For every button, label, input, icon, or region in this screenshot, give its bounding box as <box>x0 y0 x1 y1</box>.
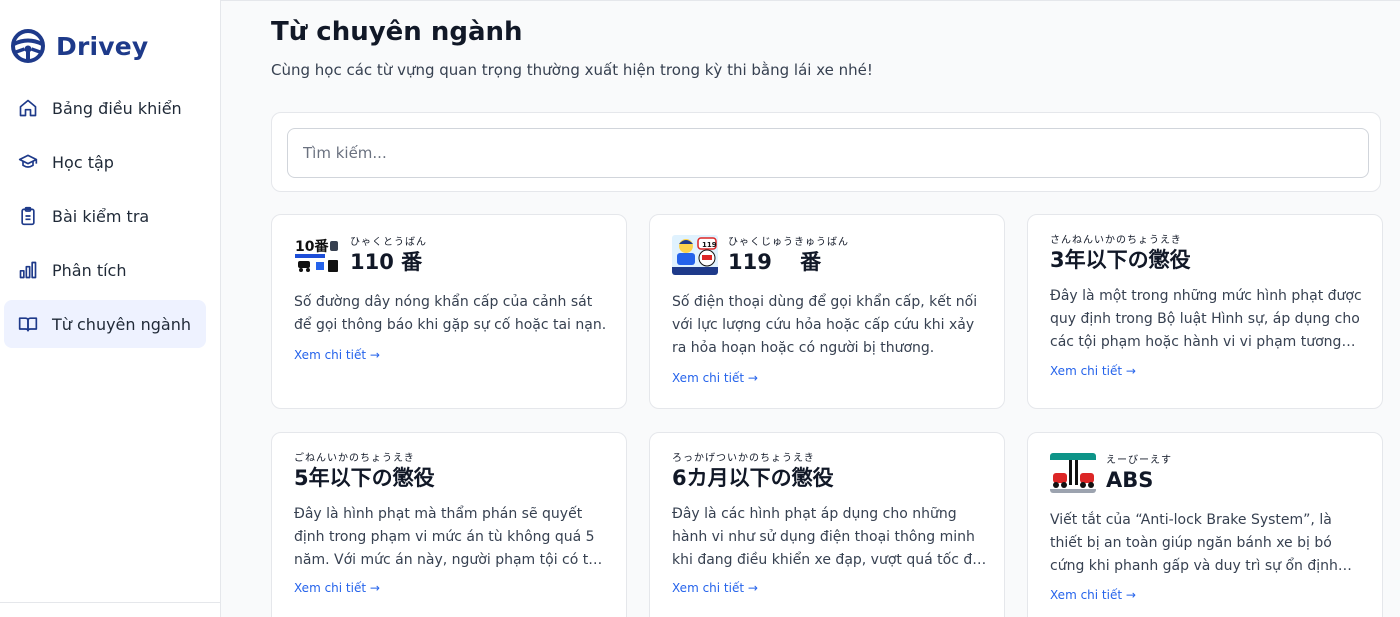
term-reading: さんねんいかのちょうえき <box>1050 235 1182 246</box>
book-open-icon <box>18 317 38 332</box>
card-header: 119 ひゃくじゅうきゅうばん 119 番 <box>672 235 849 275</box>
brand-name: Drivey <box>56 31 149 61</box>
card-header: ごねんいかのちょうえき 5年以下の懲役 <box>294 453 435 491</box>
graduation-cap-icon <box>18 154 38 168</box>
view-detail-link[interactable]: Xem chi tiết → <box>1050 588 1136 602</box>
term-description: Đây là một trong những mức hình phạt đượ… <box>1050 288 1362 350</box>
sidebar-nav: Bảng điều khiển Học tập Bài kiểm tra Phâ… <box>4 84 206 354</box>
police-110-icon: 10番 <box>294 235 340 275</box>
card-header: 10番 ひゃくとうばん 110 番 <box>294 235 427 275</box>
view-detail-link[interactable]: Xem chi tiết → <box>672 581 758 595</box>
sidebar-item-tests[interactable]: Bài kiểm tra <box>4 192 206 240</box>
view-detail-link[interactable]: Xem chi tiết → <box>294 348 380 362</box>
term-reading: えーびーえす <box>1106 455 1172 466</box>
term-description: Viết tắt của “Anti-lock Brake System”, l… <box>1050 512 1338 574</box>
bar-chart-icon <box>19 261 37 279</box>
term-description: Số điện thoại dùng để gọi khẩn cấp, kết … <box>672 294 978 356</box>
term-word: 6カ月以下の懲役 <box>672 466 834 490</box>
home-icon <box>19 99 37 117</box>
term-reading: ごねんいかのちょうえき <box>294 453 415 464</box>
sidebar-item-label: Phân tích <box>52 260 127 280</box>
term-card[interactable]: ろっかげついかのちょうえき 6カ月以下の懲役 Đây là các hình p… <box>649 432 1005 617</box>
card-header: ろっかげついかのちょうえき 6カ月以下の懲役 <box>672 453 834 491</box>
sidebar: Drivey Bảng điều khiển Học tập Bài kiểm … <box>0 0 221 617</box>
search-card <box>271 112 1381 192</box>
sidebar-item-terminology[interactable]: Từ chuyên ngành <box>4 300 206 348</box>
term-description: Số đường dây nóng khẩn cấp của cảnh sát … <box>294 294 607 333</box>
term-card[interactable]: ごねんいかのちょうえき 5年以下の懲役 Đây là hình phạt mà … <box>271 432 627 617</box>
svg-text:119: 119 <box>702 241 717 249</box>
sidebar-item-label: Từ chuyên ngành <box>52 314 191 334</box>
search-input[interactable] <box>287 128 1369 178</box>
ambulance-119-icon: 119 <box>672 235 718 275</box>
sidebar-divider <box>0 602 220 603</box>
term-card[interactable]: さんねんいかのちょうえき 3年以下の懲役 Đây là một trong nh… <box>1027 214 1383 409</box>
card-header: えーびーえす ABS <box>1050 453 1172 493</box>
sidebar-item-dashboard[interactable]: Bảng điều khiển <box>4 84 206 132</box>
view-detail-link[interactable]: Xem chi tiết → <box>1050 364 1136 378</box>
term-card[interactable]: 119 ひゃくじゅうきゅうばん 119 番 Số điện thoại dùng… <box>649 214 1005 409</box>
term-reading: ひゃくじゅうきゅうばん <box>728 237 849 248</box>
sidebar-item-analytics[interactable]: Phân tích <box>4 246 206 294</box>
view-detail-link[interactable]: Xem chi tiết → <box>672 371 758 385</box>
term-card[interactable]: えーびーえす ABS Viết tắt của “Anti-lock Brake… <box>1027 432 1383 617</box>
term-word: 5年以下の懲役 <box>294 466 435 490</box>
term-reading: ろっかげついかのちょうえき <box>672 453 815 464</box>
abs-brake-icon <box>1050 453 1096 493</box>
page-subtitle: Cùng học các từ vựng quan trọng thường x… <box>271 61 873 79</box>
term-word: 119 番 <box>728 250 822 274</box>
view-detail-link[interactable]: Xem chi tiết → <box>294 581 380 595</box>
sidebar-item-label: Học tập <box>52 152 114 172</box>
clipboard-icon <box>21 206 35 226</box>
term-description: Đây là hình phạt mà thẩm phán sẽ quyết đ… <box>294 506 606 568</box>
page-title: Từ chuyên ngành <box>271 17 523 47</box>
main-content: Từ chuyên ngành Cùng học các từ vựng qua… <box>221 0 1400 617</box>
sidebar-item-label: Bảng điều khiển <box>52 98 182 118</box>
term-reading: ひゃくとうばん <box>350 237 427 248</box>
term-word: 110 番 <box>350 250 423 274</box>
top-divider <box>221 0 1400 1</box>
term-description: Đây là các hình phạt áp dụng cho những h… <box>672 506 981 568</box>
card-header: さんねんいかのちょうえき 3年以下の懲役 <box>1050 235 1191 273</box>
term-card[interactable]: 10番 ひゃくとうばん 110 番 Số đường dây nóng khẩn… <box>271 214 627 409</box>
brand[interactable]: Drivey <box>10 28 148 64</box>
sidebar-item-learning[interactable]: Học tập <box>4 138 206 186</box>
term-word: ABS <box>1106 468 1154 492</box>
steering-wheel-icon <box>11 29 45 63</box>
sidebar-item-label: Bài kiểm tra <box>52 206 150 226</box>
term-word: 3年以下の懲役 <box>1050 248 1191 272</box>
svg-text:10番: 10番 <box>295 238 329 255</box>
